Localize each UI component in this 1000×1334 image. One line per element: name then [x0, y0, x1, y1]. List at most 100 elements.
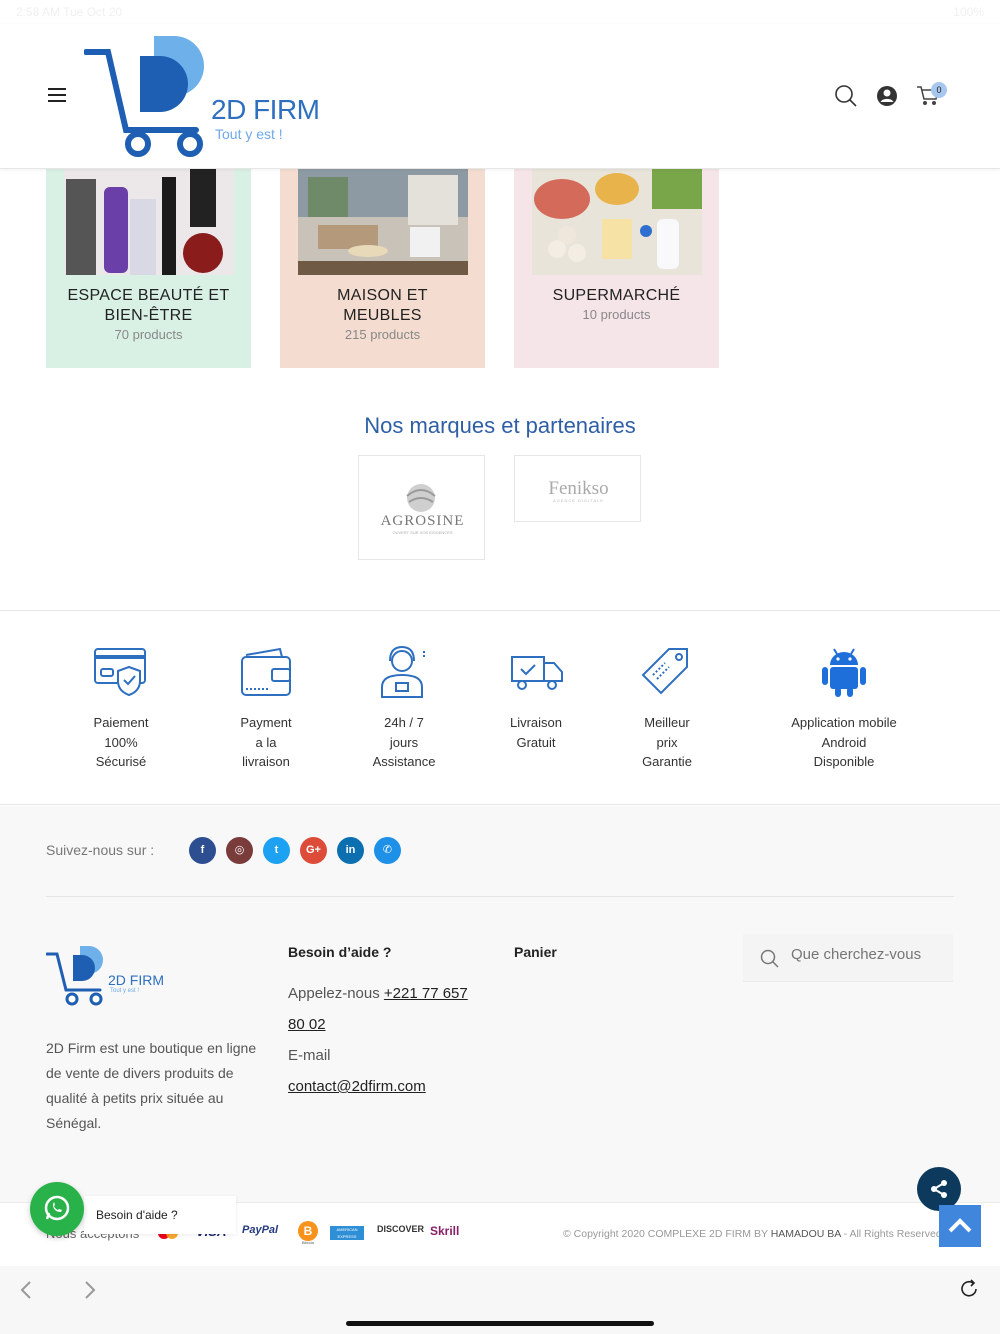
whatsapp-chat-button[interactable]	[30, 1182, 84, 1236]
feature-line: livraison	[242, 754, 290, 769]
follow-us-label: Suivez-nous sur :	[46, 842, 155, 858]
skrill-logo: Skrill	[430, 1224, 460, 1238]
footer-logo-text: 2D FIRM	[108, 972, 164, 988]
site-logo[interactable]: 2D FIRM Tout y est !	[83, 34, 334, 159]
forward-icon[interactable]	[82, 1280, 98, 1300]
cart-count-badge: 0	[931, 82, 947, 98]
cart-logo-icon	[45, 946, 103, 1006]
menu-icon[interactable]	[48, 88, 66, 102]
category-card-home[interactable]: MAISON ET MEUBLES 215 products	[280, 169, 485, 368]
chevron-up-icon	[948, 1218, 972, 1233]
whatsapp-icon[interactable]: ✆	[374, 837, 401, 864]
bitcoin-icon: B	[298, 1221, 318, 1241]
support-agent-icon	[381, 645, 425, 698]
brand-logo-agrosine[interactable]: AGROSINE OUVERT SUR VOS EXIGENCES	[358, 455, 485, 560]
back-icon[interactable]	[18, 1280, 34, 1300]
android-icon	[822, 648, 866, 697]
feature-line: jours	[389, 734, 419, 750]
copyright-text: © Copyright 2020 COMPLEXE 2D FIRM BY HAM…	[563, 1228, 942, 1240]
feature-free-delivery: Livraison Gratuit	[486, 645, 586, 752]
paypal-logo: PayPal	[242, 1224, 279, 1236]
feature-cash-on-delivery: Payment a la livraison	[216, 645, 316, 772]
footer-logo-tagline: Tout y est !	[110, 988, 140, 994]
feature-line: a la	[255, 734, 277, 750]
feature-line: Disponible	[813, 754, 875, 769]
category-image-beauty	[64, 169, 234, 275]
linkedin-icon[interactable]: in	[337, 837, 364, 864]
feature-line: Meilleur	[644, 715, 690, 730]
whatsapp-help-label: Besoin d'aide ?	[96, 1208, 178, 1222]
twitter-icon[interactable]: t	[263, 837, 290, 864]
amex-logo: AMERICAN EXPRESS	[330, 1226, 364, 1240]
footer-logo[interactable]: 2D FIRM Tout y est !	[45, 944, 176, 1008]
home-indicator	[346, 1321, 654, 1326]
footer-about: 2D Firm est une boutique en ligne de ven…	[46, 1040, 257, 1131]
whatsapp-icon	[44, 1195, 70, 1221]
brand-sub: OUVERT SUR VOS EXIGENCES	[392, 530, 453, 535]
status-battery: 100%	[953, 5, 984, 19]
help-contact: Appelez-nous +221 77 657 80 02 E-mail con…	[288, 978, 498, 1102]
facebook-icon[interactable]: f	[189, 837, 216, 864]
feature-line: Livraison	[509, 715, 563, 730]
category-title-line2: MEUBLES	[343, 307, 422, 324]
feature-assistance: 24h / 7 jours Assistance	[354, 645, 454, 772]
instagram-icon[interactable]: ◎	[226, 837, 253, 864]
logo-tagline: Tout y est !	[215, 126, 283, 142]
discover-logo: DISCOVER	[377, 1224, 425, 1234]
category-count: 215 products	[344, 327, 421, 342]
category-image-supermarket	[532, 169, 702, 275]
price-tag-icon	[641, 648, 688, 695]
cart-title: Panier	[514, 944, 557, 960]
feature-line: Gratuit	[516, 734, 556, 750]
brand-sub: AGENCE DIGITALE	[553, 498, 604, 503]
feature-line: Paiement	[93, 715, 149, 730]
category-title-line2: BIEN-ÊTRE	[104, 307, 193, 324]
search-icon[interactable]	[834, 84, 858, 108]
feature-line: Android	[821, 734, 867, 750]
reload-icon[interactable]	[958, 1278, 980, 1300]
wallet-icon	[241, 647, 291, 696]
brands-section-title: Nos marques et partenaires	[364, 413, 636, 438]
search-icon	[760, 949, 779, 968]
category-title-line1: MAISON ET	[337, 287, 428, 304]
help-title: Besoin d’aide ?	[288, 944, 392, 960]
feature-android-app: Application mobile Android Disponible	[774, 645, 914, 772]
scroll-to-top-button[interactable]	[939, 1205, 981, 1247]
feature-line: 24h / 7	[384, 715, 424, 730]
category-count: 10 products	[582, 307, 651, 322]
feature-line: Application mobile	[791, 715, 897, 730]
user-account-icon[interactable]	[876, 85, 898, 107]
site-header: 2D FIRM Tout y est ! 0	[0, 24, 1000, 169]
footer-divider	[46, 896, 954, 897]
secure-card-icon	[94, 648, 146, 697]
feature-line: Assistance	[372, 754, 436, 769]
agrosine-logo-icon	[406, 484, 436, 512]
footer-search	[743, 934, 953, 982]
brand-logo-fenikso[interactable]: Fenikso AGENCE DIGITALE	[514, 455, 641, 522]
google-plus-icon[interactable]: G+	[300, 837, 327, 864]
feature-best-price: Meilleur prix Garantie	[617, 645, 717, 772]
call-label: Appelez-nous	[288, 985, 380, 1002]
delivery-truck-icon	[511, 656, 563, 690]
share-icon	[931, 1180, 947, 1198]
brand-name: Fenikso	[548, 478, 609, 499]
category-image-home	[298, 169, 468, 275]
bitcoin-label: Bitcoin	[301, 1240, 314, 1245]
status-time: 2:58 AM Tue Oct 20	[16, 5, 123, 19]
feature-secure-payment: Paiement 100% Sécurisé	[71, 645, 171, 772]
category-card-beauty[interactable]: ESPACE BEAUTÉ ET BIEN-ÊTRE 70 products	[46, 169, 251, 368]
feature-line: prix	[656, 734, 678, 750]
cart-logo-icon	[83, 36, 204, 157]
feature-line: Sécurisé	[95, 754, 147, 769]
category-count: 70 products	[114, 327, 183, 342]
logo-text: 2D FIRM	[211, 94, 320, 125]
category-title: SUPERMARCHÉ	[552, 287, 681, 304]
whatsapp-help-bubble[interactable]: Besoin d'aide ?	[84, 1196, 236, 1234]
brand-name: AGROSINE	[380, 513, 465, 529]
feature-line: Payment	[240, 715, 292, 730]
category-title-line1: ESPACE BEAUTÉ ET	[67, 287, 230, 304]
email-link[interactable]: contact@2dfirm.com	[288, 1078, 426, 1095]
status-bar: 2:58 AM Tue Oct 20 100%	[0, 0, 1000, 24]
category-card-supermarket[interactable]: SUPERMARCHÉ 10 products	[514, 169, 719, 368]
footer-search-input[interactable]	[791, 946, 936, 963]
